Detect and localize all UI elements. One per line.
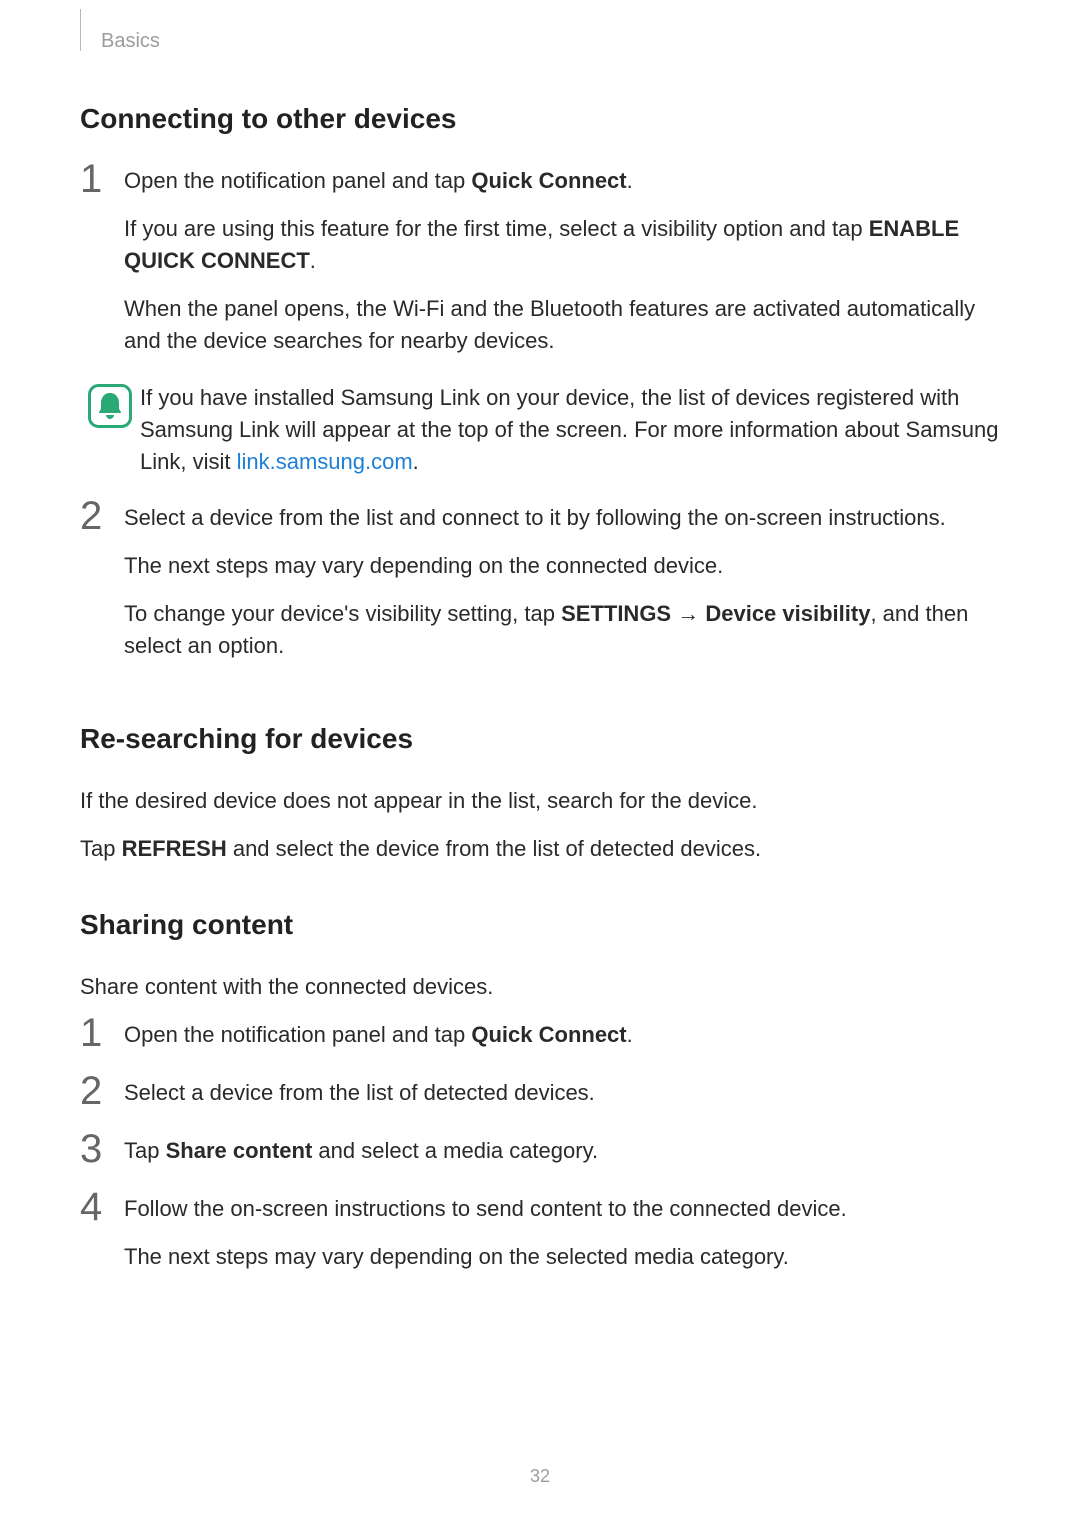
step-text: If you are using this feature for the fi…: [124, 213, 1000, 277]
note-block: If you have installed Samsung Link on yo…: [80, 382, 1000, 478]
heading-connecting: Connecting to other devices: [80, 103, 1000, 135]
step-1: 1 Open the notification panel and tap Qu…: [80, 1019, 1000, 1067]
step-body: Select a device from the list of detecte…: [124, 1077, 1000, 1125]
step-number: 1: [80, 1013, 124, 1067]
step-body: Open the notification panel and tap Quic…: [124, 1019, 1000, 1067]
paragraph: Share content with the connected devices…: [80, 971, 1000, 1003]
note-text: If you have installed Samsung Link on yo…: [140, 382, 1000, 478]
step-text: Follow the on-screen instructions to sen…: [124, 1193, 1000, 1225]
step-2: 2 Select a device from the list of detec…: [80, 1077, 1000, 1125]
heading-researching: Re-searching for devices: [80, 723, 1000, 755]
step-4: 4 Follow the on-screen instructions to s…: [80, 1193, 1000, 1289]
step-text: Tap Share content and select a media cat…: [124, 1135, 1000, 1167]
step-number: 4: [80, 1187, 124, 1289]
step-body: Open the notification panel and tap Quic…: [124, 165, 1000, 372]
step-number: 3: [80, 1129, 124, 1183]
step-text: To change your device's visibility setti…: [124, 598, 1000, 662]
paragraph: If the desired device does not appear in…: [80, 785, 1000, 817]
step-text: The next steps may vary depending on the…: [124, 1241, 1000, 1273]
section-label: Basics: [101, 30, 160, 53]
bell-note-icon: [88, 384, 132, 428]
page-number: 32: [0, 1466, 1080, 1487]
step-text: When the panel opens, the Wi-Fi and the …: [124, 293, 1000, 357]
step-number: 1: [80, 159, 124, 372]
step-body: Follow the on-screen instructions to sen…: [124, 1193, 1000, 1289]
header-divider: [80, 9, 81, 51]
step-3: 3 Tap Share content and select a media c…: [80, 1135, 1000, 1183]
step-text: Open the notification panel and tap Quic…: [124, 1019, 1000, 1051]
samsung-link[interactable]: link.samsung.com: [237, 449, 413, 474]
step-text: The next steps may vary depending on the…: [124, 550, 1000, 582]
step-number: 2: [80, 496, 124, 678]
page-header: Basics: [80, 30, 1000, 53]
step-text: Select a device from the list of detecte…: [124, 1077, 1000, 1109]
step-2: 2 Select a device from the list and conn…: [80, 502, 1000, 678]
step-1: 1 Open the notification panel and tap Qu…: [80, 165, 1000, 372]
step-body: Tap Share content and select a media cat…: [124, 1135, 1000, 1183]
heading-sharing: Sharing content: [80, 909, 1000, 941]
step-text: Select a device from the list and connec…: [124, 502, 1000, 534]
step-body: Select a device from the list and connec…: [124, 502, 1000, 678]
paragraph: Tap REFRESH and select the device from t…: [80, 833, 1000, 865]
note-icon-wrap: [80, 382, 140, 478]
step-text: Open the notification panel and tap Quic…: [124, 165, 1000, 197]
step-number: 2: [80, 1071, 124, 1125]
